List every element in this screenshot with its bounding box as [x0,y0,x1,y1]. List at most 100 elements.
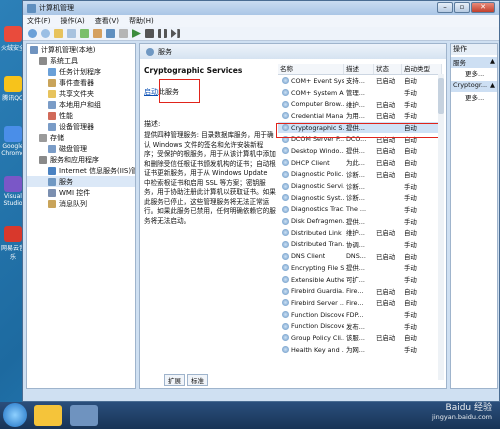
table-row[interactable]: Diagnostic Servi... 诊断... 手动 [278,180,442,192]
table-row[interactable]: COM+ Event Sys...支持... 已启动自动 [278,75,442,87]
pause-icon[interactable] [158,29,167,38]
up-folder-icon[interactable] [54,29,63,38]
forward-icon[interactable] [41,29,50,38]
service-startup-cell: 手动 [404,100,417,109]
maximize-button[interactable]: ▫ [454,2,470,13]
list-scrollbar[interactable] [438,74,444,380]
restart-icon[interactable] [171,29,180,38]
table-row[interactable]: Group Policy Cli... 该服... 已启动 自动 [278,332,442,344]
tree-node[interactable]: 存储 [27,132,135,143]
table-row[interactable]: DHCP Client 为此... 已启动 自动 [278,157,442,169]
tree-node[interactable]: 本地用户和组 [27,99,135,110]
service-description-cell: 该服... [346,334,365,343]
column-header[interactable]: 状态 [374,64,402,74]
tree-node[interactable]: 设备管理器 [27,121,135,132]
table-row[interactable]: Credential Mana... 为用... 已启动 手动 [278,110,442,122]
service-startup-cell: 手动 [404,240,417,249]
table-row[interactable]: Extensible Authe...可扩... 手动 [278,274,442,286]
scrollbar-thumb[interactable] [438,78,444,114]
tree-node[interactable]: 消息队列 [27,198,135,209]
tree-node[interactable]: 事件查看器 [27,77,135,88]
taskbar-app-computer-management[interactable] [70,405,98,426]
column-header[interactable]: 名称 [278,64,344,74]
collapse-icon[interactable]: ▲ [490,81,495,92]
collapse-icon[interactable]: ▲ [490,57,495,68]
back-icon[interactable] [28,29,37,38]
table-row[interactable]: Computer Brow... 维护... 已启动 手动 [278,98,442,110]
menu-item[interactable]: 帮助(H) [129,16,154,26]
description-label: 描述: [144,120,161,128]
help-icon[interactable] [106,29,115,38]
start-button[interactable] [3,403,27,427]
desktop-app-icon [4,126,22,142]
service-description-cell: 提供... [346,264,365,273]
tree-node-icon [48,199,56,208]
services-title: 服务 [158,47,172,56]
table-row[interactable]: Health Key and ... 为网... 手动 [278,344,442,356]
table-row[interactable]: Firebird Guardia... Fire... 已启动 自动 [278,285,442,297]
service-startup-cell: 自动 [404,77,417,86]
service-name-cell: Encrypting File S... [278,264,344,272]
start-link[interactable]: 启动 [144,88,158,96]
table-row[interactable]: Function Discove...发布... 手动 [278,320,442,332]
service-startup-cell: 手动 [404,182,417,191]
column-header[interactable]: 启动类型 [402,64,442,74]
tree-view-icon[interactable] [67,29,76,38]
export-icon[interactable] [93,29,102,38]
column-header[interactable]: 描述 [344,64,374,74]
menu-item[interactable]: 查看(V) [95,16,119,26]
table-row[interactable]: Firebird Server ... Fire... 已启动 自动 [278,297,442,309]
more-actions-link[interactable]: 更多... [451,68,497,79]
tree-node[interactable]: 性能 [27,110,135,121]
tree-node[interactable]: 系统工具 [27,55,135,66]
stop-icon[interactable] [145,29,154,38]
tree-node[interactable]: 计算机管理(本地) [27,44,135,55]
service-startup-cell: 手动 [404,112,417,121]
service-name-cell: DHCP Client [278,159,344,167]
taskbar-app-qq[interactable] [34,405,62,426]
refresh-icon[interactable] [80,29,89,38]
tree-node[interactable]: Internet 信息服务(IIS)管 [27,165,135,176]
watermark-brand: Baidu 经验 [445,403,492,413]
service-name-cell: Extensible Authe... [278,276,344,284]
service-startup-cell: 自动 [404,229,417,238]
table-row[interactable]: Distributed Tran... 协调... 手动 [278,239,442,251]
play-icon[interactable] [132,29,141,38]
more-actions-link[interactable]: 更多... [451,92,497,103]
table-row[interactable]: Distributed Link ... 维护... 已启动 自动 [278,227,442,239]
service-description-cell: 为用... [346,112,365,121]
properties-icon[interactable] [119,29,128,38]
tree-node[interactable]: 服务 [27,176,135,187]
table-row[interactable]: Diagnostic Polic... 诊断... 已启动 自动 [278,169,442,181]
service-name: DHCP Client [291,158,330,167]
tree-node[interactable]: 磁盘管理 [27,143,135,154]
tree-node[interactable]: 共享文件夹 [27,88,135,99]
tree-node[interactable]: 服务和应用程序 [27,154,135,165]
tree-node[interactable]: 任务计划程序 [27,66,135,77]
menu-item[interactable]: 操作(A) [61,16,85,26]
close-button[interactable]: ✕ [471,2,495,13]
service-name: Extensible Authe... [291,275,344,284]
service-name: DNS Client [291,252,326,261]
tree-node[interactable]: WMI 控件 [27,187,135,198]
table-row[interactable]: Function Discove...FDP... 手动 [278,309,442,321]
service-startup-cell: 自动 [404,287,417,296]
minimize-button[interactable]: – [437,2,453,13]
service-name: Distributed Tran... [291,240,344,249]
table-row[interactable]: Diagnostics Trac... The ... 手动 [278,204,442,216]
table-row[interactable]: Disk Defragmen... 提供... 手动 [278,215,442,227]
actions-section-header[interactable]: 服务 ▲ [451,57,497,68]
toolbar [23,27,499,41]
table-row[interactable]: Encrypting File S...提供... 手动 [278,262,442,274]
table-row[interactable]: Diagnostic Syst... 诊断... 手动 [278,192,442,204]
table-row[interactable]: DNS Client DNS... 已启动 自动 [278,250,442,262]
view-tab[interactable]: 扩展 [164,374,185,386]
service-name: Diagnostic Servi... [291,182,344,191]
service-startup-cell: 自动 [404,299,417,308]
actions-section-header[interactable]: Cryptogr... ▲ [451,81,497,92]
table-row[interactable]: Desktop Windo... 提供... 已启动 自动 [278,145,442,157]
menu-item[interactable]: 文件(F) [27,16,51,26]
tree-node-icon [39,155,47,164]
view-tab[interactable]: 标准 [187,374,208,386]
table-row[interactable]: COM+ System A... 管理... 手动 [278,87,442,99]
